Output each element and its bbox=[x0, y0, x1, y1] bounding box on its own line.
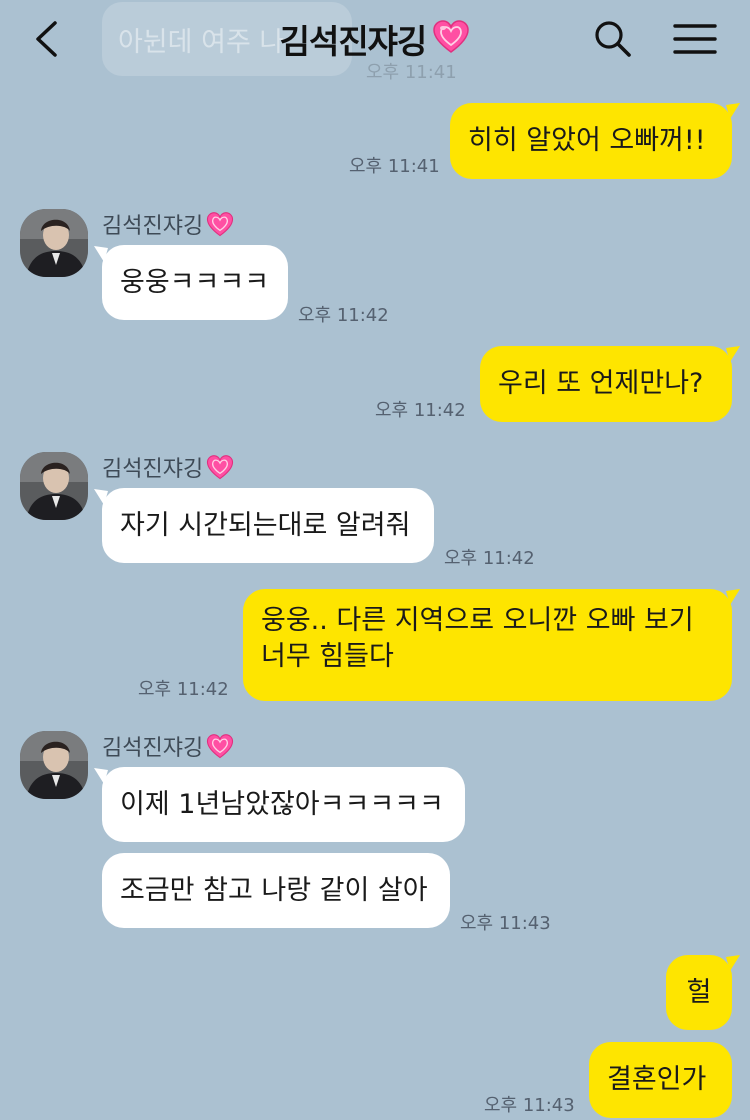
my-message-bubble[interactable]: 헐 bbox=[666, 955, 732, 1030]
my-message-bubble[interactable]: 히히 알았어 오빠꺼!! bbox=[450, 103, 732, 179]
sparkling-heart-icon bbox=[432, 19, 470, 59]
message-time: 오후 11:42 bbox=[444, 548, 535, 569]
bubble-tail bbox=[726, 589, 740, 605]
message-text-line-1: 웅웅.. 다른 지역으로 오니깐 오빠 보기 bbox=[261, 605, 694, 636]
message-time: 오후 11:42 bbox=[375, 400, 466, 421]
hamburger-menu-icon bbox=[673, 24, 717, 54]
message-text: 웅웅ㅋㅋㅋㅋ bbox=[120, 266, 270, 298]
sparkling-heart-icon bbox=[206, 454, 234, 481]
search-button[interactable] bbox=[588, 14, 638, 64]
bubble-tail bbox=[726, 955, 740, 971]
message-text: 이제 1년남았잖아ㅋㅋㅋㅋㅋ bbox=[120, 788, 444, 820]
message-time: 오후 11:42 bbox=[138, 679, 229, 700]
bubble-tail bbox=[726, 346, 740, 362]
message-text: 히히 알았어 오빠꺼!! bbox=[468, 125, 706, 156]
menu-button[interactable] bbox=[668, 14, 722, 64]
message-time: 오후 11:43 bbox=[460, 913, 551, 934]
sender-name: 김석진쟈깅 bbox=[102, 451, 234, 483]
their-message-bubble[interactable]: 조금만 참고 나랑 같이 살아 bbox=[102, 853, 450, 928]
chat-header: 김석진쟈깅 bbox=[0, 0, 750, 82]
my-message-bubble[interactable]: 결혼인가 bbox=[589, 1042, 732, 1118]
message-text-line-2: 너무 힘들다 bbox=[261, 641, 394, 672]
message-time: 오후 11:41 bbox=[349, 156, 440, 177]
their-message-bubble[interactable]: 웅웅ㅋㅋㅋㅋ bbox=[102, 245, 288, 320]
back-button[interactable] bbox=[26, 14, 66, 64]
sparkling-heart-icon bbox=[206, 733, 234, 760]
their-message-bubble[interactable]: 자기 시간되는대로 알려줘 bbox=[102, 488, 434, 563]
sender-name: 김석진쟈깅 bbox=[102, 730, 234, 762]
avatar[interactable] bbox=[20, 452, 88, 520]
avatar[interactable] bbox=[20, 209, 88, 277]
chevron-left-icon bbox=[36, 21, 57, 57]
message-time: 오후 11:43 bbox=[484, 1095, 575, 1116]
chat-title: 김석진쟈깅 bbox=[279, 22, 428, 61]
sparkling-heart-icon bbox=[206, 211, 234, 238]
search-icon bbox=[595, 21, 631, 57]
message-text: 자기 시간되는대로 알려줘 bbox=[120, 509, 411, 541]
my-message-bubble[interactable]: 웅웅.. 다른 지역으로 오니깐 오빠 보기 너무 힘들다 bbox=[243, 589, 732, 701]
bubble-tail bbox=[726, 103, 740, 119]
message-text: 헐 bbox=[686, 976, 712, 1008]
my-message-bubble[interactable]: 우리 또 언제만나? bbox=[480, 346, 732, 422]
avatar[interactable] bbox=[20, 731, 88, 799]
message-time: 오후 11:42 bbox=[298, 305, 389, 326]
message-text: 조금만 참고 나랑 같이 살아 bbox=[120, 874, 428, 906]
sender-name: 김석진쟈깅 bbox=[102, 208, 234, 240]
message-text: 우리 또 언제만나? bbox=[498, 368, 704, 399]
their-message-bubble[interactable]: 이제 1년남았잖아ㅋㅋㅋㅋㅋ bbox=[102, 767, 465, 842]
message-text: 결혼인가 bbox=[607, 1064, 707, 1095]
